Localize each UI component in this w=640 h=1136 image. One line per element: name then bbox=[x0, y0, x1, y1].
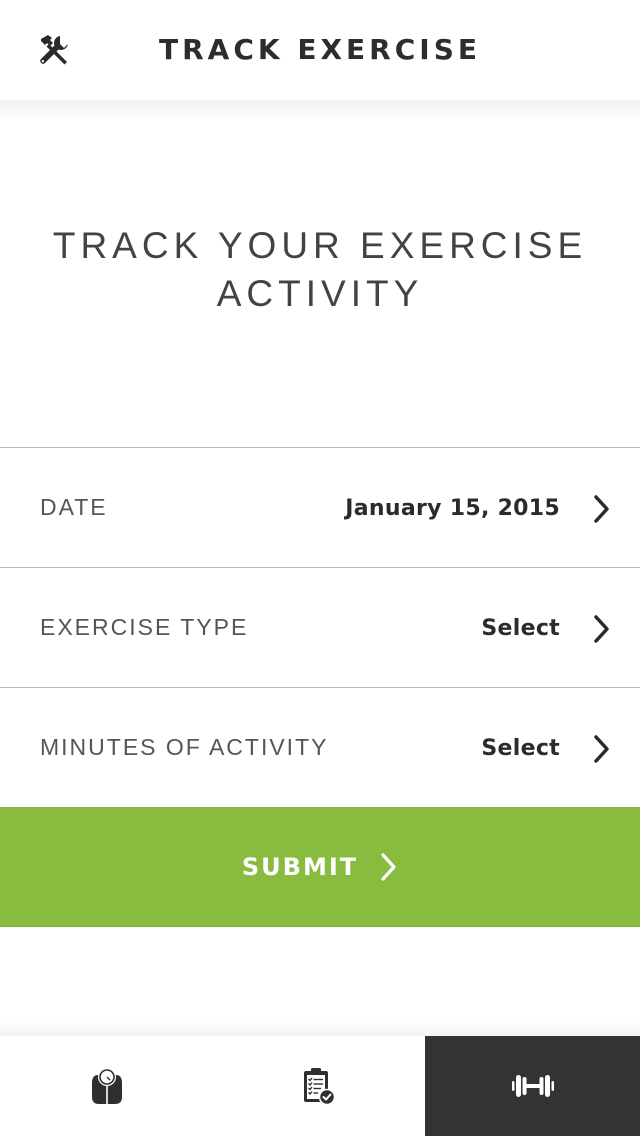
hero-line-1: TRACK YOUR EXERCISE bbox=[52, 225, 588, 266]
tabbar-shadow bbox=[0, 1022, 640, 1036]
app-header: TRACK EXERCISE bbox=[0, 0, 640, 100]
exercise-type-label: EXERCISE TYPE bbox=[40, 614, 249, 640]
chevron-right-icon bbox=[594, 615, 609, 643]
submit-button[interactable]: SUBMIT bbox=[0, 807, 640, 927]
page-title: TRACK EXERCISE bbox=[159, 33, 481, 66]
chevron-right-icon bbox=[381, 852, 396, 881]
exercise-form: DATE January 15, 2015 EXERCISE TYPE Sele… bbox=[0, 447, 640, 807]
tab-checklist[interactable] bbox=[213, 1036, 425, 1136]
scale-icon bbox=[91, 1068, 122, 1104]
submit-label: SUBMIT bbox=[241, 852, 359, 881]
tab-weight[interactable] bbox=[0, 1036, 213, 1136]
exercise-type-value: Select bbox=[481, 616, 560, 641]
date-row[interactable]: DATE January 15, 2015 bbox=[0, 447, 640, 567]
tab-exercise[interactable] bbox=[425, 1036, 640, 1136]
chevron-right-icon bbox=[594, 735, 609, 763]
date-label: DATE bbox=[40, 494, 108, 520]
tab-bar bbox=[0, 1036, 640, 1136]
minutes-row[interactable]: MINUTES OF ACTIVITY Select bbox=[0, 687, 640, 807]
hero-heading: TRACK YOUR EXERCISE ACTIVITY bbox=[0, 222, 640, 318]
minutes-value: Select bbox=[481, 736, 560, 761]
hero-line-2: ACTIVITY bbox=[216, 273, 424, 314]
chevron-right-icon bbox=[594, 495, 609, 523]
date-value: January 15, 2015 bbox=[345, 496, 560, 521]
minutes-label: MINUTES OF ACTIVITY bbox=[40, 734, 329, 760]
clipboard-check-icon bbox=[304, 1068, 336, 1106]
header-shadow bbox=[0, 100, 640, 122]
exercise-type-row[interactable]: EXERCISE TYPE Select bbox=[0, 567, 640, 687]
dumbbell-icon bbox=[511, 1075, 554, 1097]
